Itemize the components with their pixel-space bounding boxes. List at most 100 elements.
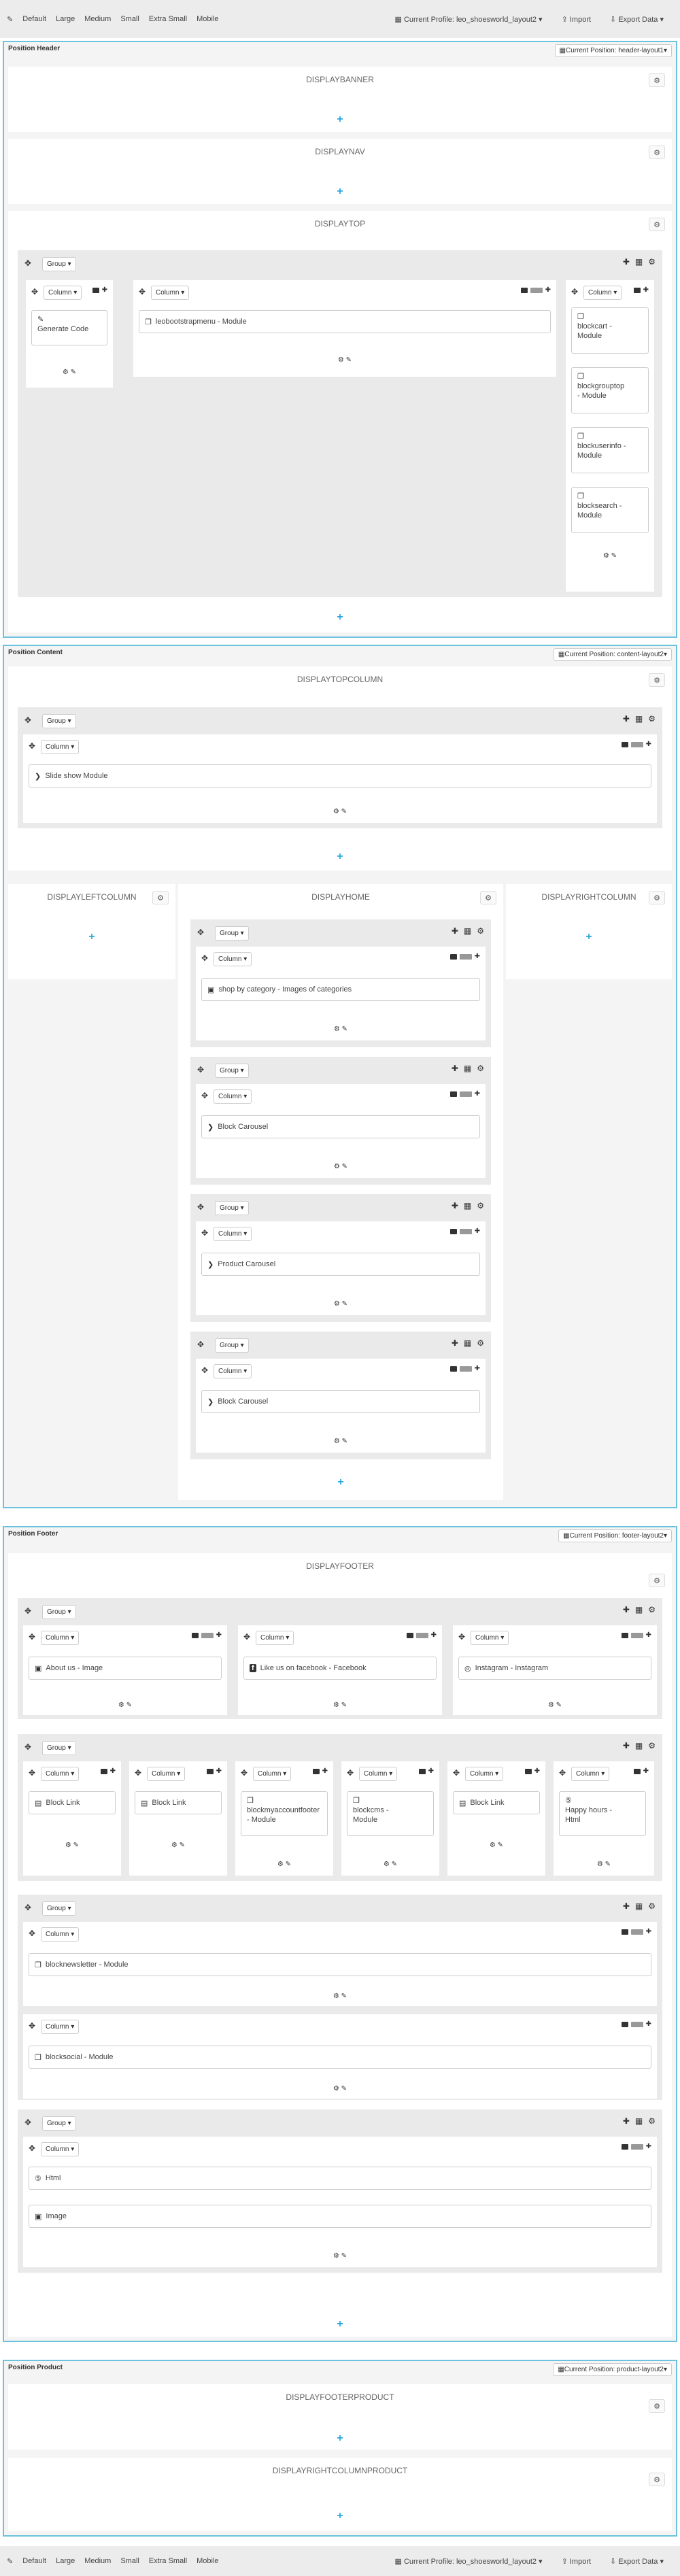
device-default[interactable]: Default (22, 15, 46, 23)
gear-icon[interactable]: ⚙ (649, 2399, 665, 2413)
plus-icon[interactable]: ✚ (643, 1767, 649, 1775)
column-dropdown[interactable]: Column ▾ (41, 2020, 80, 2034)
move-icon[interactable]: ✥ (29, 1929, 35, 1938)
pencil-icon[interactable]: ✎ (341, 1701, 347, 1709)
pencil-icon[interactable]: ✎ (126, 1701, 132, 1709)
move-icon[interactable]: ✥ (24, 1742, 31, 1752)
plus-icon[interactable]: ✚ (623, 1901, 630, 1911)
gear-icon[interactable]: ⚙ (649, 673, 665, 687)
gear-icon[interactable]: ⚙ (649, 218, 665, 231)
move-icon[interactable]: ✥ (201, 1228, 208, 1238)
move-icon[interactable]: ✥ (29, 1632, 35, 1642)
move-icon[interactable]: ✥ (139, 287, 146, 296)
move-icon[interactable]: ✥ (347, 1768, 354, 1778)
plus-icon[interactable]: ✚ (623, 2116, 630, 2126)
module-blocksearch[interactable]: ❐ blocksearch - Module (571, 487, 649, 533)
grid-icon[interactable]: ▦ (464, 1338, 471, 1348)
plus-icon[interactable]: ✚ (623, 714, 630, 724)
move-icon[interactable]: ✥ (135, 1768, 141, 1778)
device-large[interactable]: Large (56, 2557, 75, 2565)
module-block-link[interactable]: ▤ Block Link (29, 1791, 116, 1814)
pencil-icon[interactable]: ✎ (342, 1026, 347, 1033)
move-icon[interactable]: ✥ (31, 287, 38, 296)
width-icon[interactable] (630, 1632, 643, 1638)
module-product-carousel[interactable]: ❯ Product Carousel (201, 1253, 480, 1276)
group-dropdown[interactable]: Group ▾ (42, 1901, 76, 1916)
gear-icon[interactable]: ⚙ (548, 1701, 554, 1709)
plus-icon[interactable]: ✚ (623, 257, 630, 267)
width-icon[interactable] (621, 1929, 628, 1935)
gear-icon[interactable]: ⚙ (334, 1026, 340, 1033)
export-button[interactable]: ⇩ Export Data ▾ (610, 15, 664, 24)
gear-icon[interactable]: ⚙ (649, 146, 665, 159)
grid-icon[interactable]: ▦ (635, 1901, 643, 1911)
pencil-icon[interactable]: ✎ (498, 1842, 503, 1849)
width-icon[interactable] (630, 741, 643, 747)
move-icon[interactable]: ✥ (201, 1366, 208, 1375)
pencil-icon[interactable]: ✎ (286, 1861, 291, 1868)
width-icon[interactable] (621, 1632, 628, 1638)
plus-icon[interactable]: ✚ (623, 1741, 630, 1750)
pencil-icon[interactable]: ✎ (341, 2085, 347, 2092)
plus-icon[interactable]: ✚ (646, 1928, 651, 1935)
column-dropdown[interactable]: Column ▾ (41, 1631, 80, 1645)
gear-icon[interactable]: ⚙ (333, 2085, 339, 2092)
column-dropdown[interactable]: Column ▾ (253, 1767, 292, 1781)
move-icon[interactable]: ✥ (197, 1340, 204, 1349)
width-icon[interactable] (621, 741, 628, 747)
gear-icon[interactable]: ⚙ (334, 1300, 340, 1308)
move-icon[interactable]: ✥ (24, 1606, 31, 1616)
pencil-icon[interactable]: ✎ (605, 1861, 611, 1868)
module-slideshow[interactable]: ❯ Slide show Module (29, 764, 651, 787)
grid-icon[interactable]: ▦ (464, 1201, 471, 1210)
edit-icon[interactable]: ✎ (7, 15, 13, 24)
move-icon[interactable]: ✥ (559, 1768, 566, 1778)
gear-icon[interactable]: ⚙ (648, 2116, 656, 2126)
add-group-plus-icon[interactable]: + (335, 2433, 345, 2444)
module-blockmyaccountfooter[interactable]: ❐ blockmyaccountfooter - Module (241, 1791, 328, 1836)
width-icon[interactable] (459, 953, 472, 960)
add-group-plus-icon[interactable]: + (335, 612, 345, 623)
group-dropdown[interactable]: Group ▾ (215, 1201, 249, 1215)
column-dropdown[interactable]: Column ▾ (359, 1767, 398, 1781)
width-icon[interactable] (406, 1632, 413, 1638)
grid-icon[interactable]: ▦ (635, 1741, 643, 1750)
plus-icon[interactable]: ✚ (216, 1631, 222, 1639)
group-dropdown[interactable]: Group ▾ (42, 714, 76, 728)
move-icon[interactable]: ✥ (197, 1202, 204, 1212)
plus-icon[interactable]: ✚ (475, 1365, 480, 1372)
gear-icon[interactable]: ⚙ (649, 1574, 665, 1587)
gear-icon[interactable]: ⚙ (477, 1338, 484, 1348)
gear-icon[interactable]: ⚙ (477, 1201, 484, 1210)
device-extra-small[interactable]: Extra Small (149, 15, 187, 23)
gear-icon[interactable]: ⚙ (649, 2473, 665, 2486)
module-blockuserinfo[interactable]: ❐ blockuserinfo - Module (571, 427, 649, 473)
column-dropdown[interactable]: Column ▾ (147, 1767, 186, 1781)
current-position-dropdown[interactable]: ▦ Current Position: content-layout2 ▾ (553, 648, 672, 661)
profile-dropdown[interactable]: ▦ Current Profile: leo_shoesworld_layout… (394, 15, 542, 24)
pencil-icon[interactable]: ✎ (341, 808, 347, 815)
plus-icon[interactable]: ✚ (102, 286, 107, 294)
module-blockcart[interactable]: ❐ blockcart - Module (571, 307, 649, 354)
gear-icon[interactable]: ⚙ (477, 926, 484, 936)
gear-icon[interactable]: ⚙ (649, 891, 665, 904)
width-icon[interactable] (449, 1366, 457, 1372)
module-blockcms[interactable]: ❐ blockcms - Module (347, 1791, 434, 1836)
gear-icon[interactable]: ⚙ (277, 1861, 284, 1868)
width-icon[interactable] (449, 1228, 457, 1234)
width-icon[interactable] (449, 953, 457, 960)
plus-icon[interactable]: ✚ (452, 1064, 458, 1073)
module-block-carousel[interactable]: ❯ Block Carousel (201, 1115, 480, 1138)
module-block-link[interactable]: ▤ Block Link (453, 1791, 540, 1814)
plus-icon[interactable]: ✚ (428, 1767, 434, 1775)
module-html[interactable]: ⑤ Html (29, 2167, 651, 2190)
plus-icon[interactable]: ✚ (623, 1605, 630, 1614)
plus-icon[interactable]: ✚ (452, 1201, 458, 1210)
move-icon[interactable]: ✥ (201, 953, 208, 963)
pencil-icon[interactable]: ✎ (392, 1861, 397, 1868)
width-icon[interactable] (206, 1768, 214, 1774)
plus-icon[interactable]: ✚ (322, 1767, 328, 1775)
column-dropdown[interactable]: Column ▾ (41, 1927, 80, 1942)
pencil-icon[interactable]: ✎ (180, 1842, 185, 1849)
move-icon[interactable]: ✥ (197, 1065, 204, 1074)
